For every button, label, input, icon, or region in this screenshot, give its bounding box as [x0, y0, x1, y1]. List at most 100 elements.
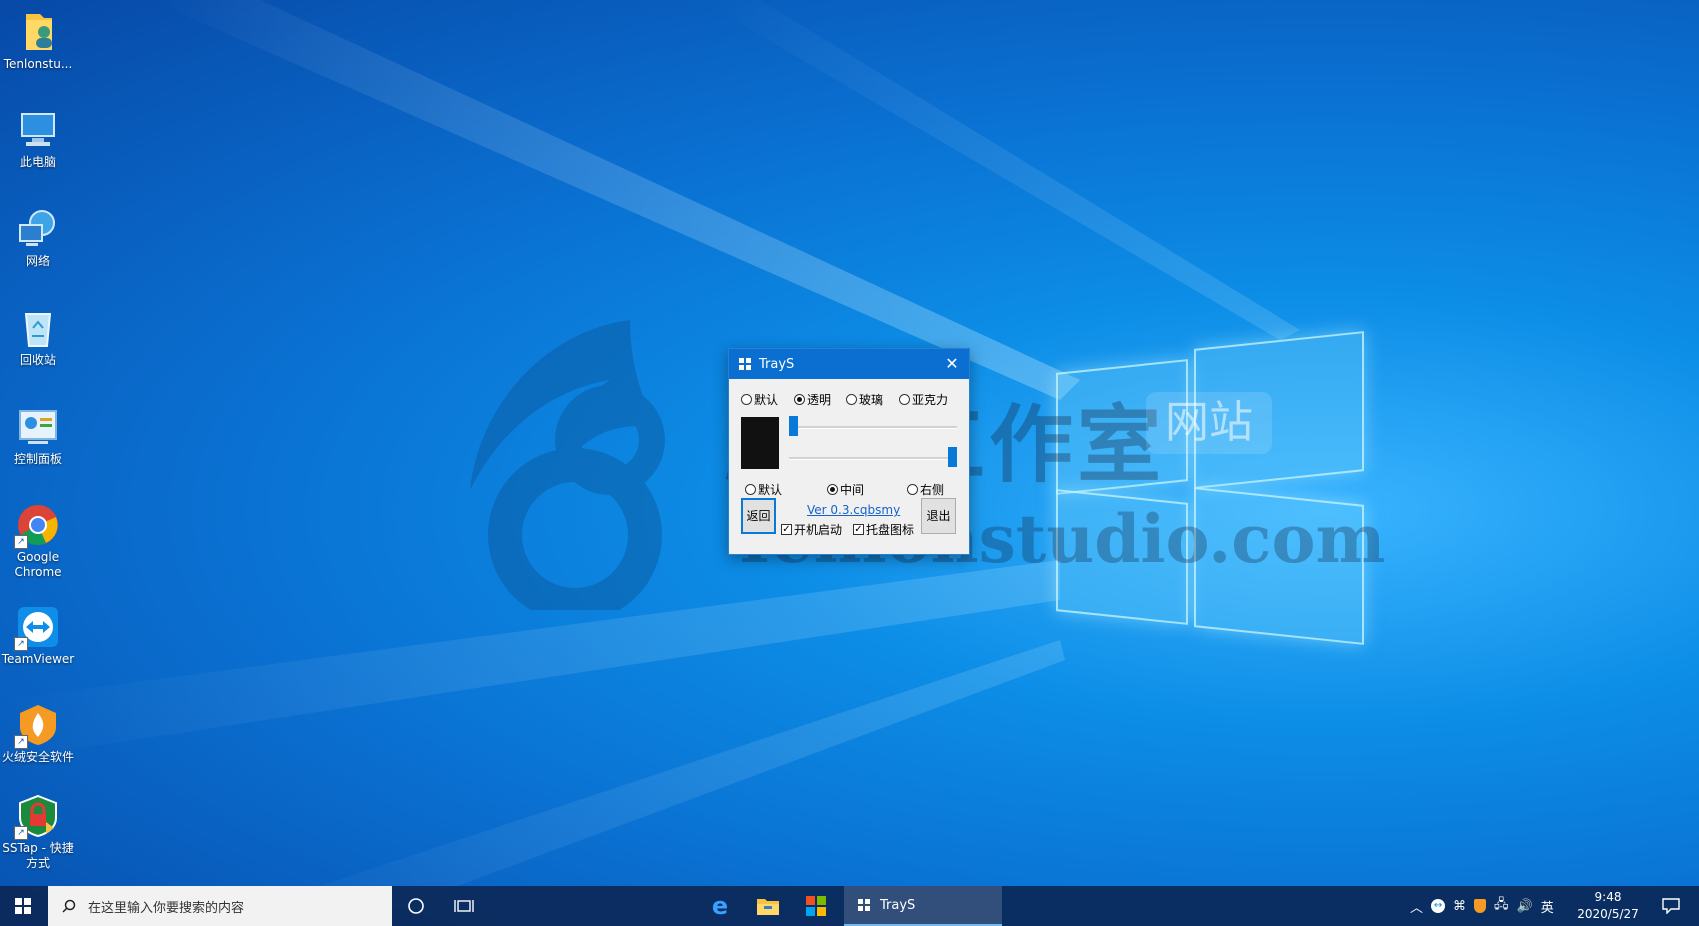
desktop-icon-label: 控制面板 [13, 452, 62, 466]
user-folder-icon [16, 10, 60, 54]
windows-app-icon [739, 358, 751, 370]
teamviewer-tray-icon[interactable]: ↔ [1431, 899, 1446, 913]
app-tray-icon[interactable]: ⌘ [1453, 899, 1466, 914]
desktop-icon-label: 网络 [25, 254, 50, 268]
checkbox-tray-icon[interactable]: ✓ 托盘图标 [853, 521, 914, 538]
desktop-icon-label: Google Chrome [14, 550, 62, 579]
slider-thumb-bottom[interactable] [948, 447, 957, 467]
file-explorer-icon [757, 899, 779, 915]
exit-button[interactable]: 退出 [921, 498, 956, 534]
radio-label: 右侧 [920, 483, 945, 497]
close-button[interactable]: ✕ [935, 349, 969, 379]
volume-icon[interactable]: 🔊 [1517, 899, 1533, 914]
radio-dot [745, 484, 756, 495]
radio-label: 透明 [807, 393, 832, 407]
search-icon [62, 899, 76, 913]
edge-icon: e [711, 892, 729, 920]
checkbox-autostart[interactable]: ✓ 开机启动 [781, 521, 842, 538]
shortcut-arrow-icon: ↗ [14, 637, 28, 651]
computer-icon [16, 108, 60, 152]
desktop-icon-label: 火绒安全软件 [1, 750, 74, 764]
desktop-icon-huorong[interactable]: ↗ 火绒安全软件 [0, 703, 76, 765]
radio-dot [827, 484, 838, 495]
desktop-icon-label: TeamViewer [1, 652, 75, 666]
shortcut-arrow-icon: ↗ [14, 535, 28, 549]
taskbar-search-box[interactable]: 在这里输入你要搜索的内容 [48, 886, 392, 926]
desktop-icon-network[interactable]: 网络 [0, 207, 76, 269]
shield-tray-icon[interactable] [1474, 899, 1487, 913]
radio-style-transparent[interactable]: 透明 [794, 391, 831, 408]
desktop-icon-sstap[interactable]: ↗ SSTap - 快捷方式 [0, 794, 76, 871]
cortana-circle-icon [408, 898, 424, 914]
radio-position-default[interactable]: 默认 [745, 481, 782, 498]
watermark-site-badge: 网站 [1146, 392, 1272, 454]
trays-taskbar-button[interactable]: TrayS [844, 886, 1002, 926]
shortcut-arrow-icon: ↗ [14, 735, 28, 749]
radio-style-glass[interactable]: 玻璃 [846, 391, 883, 408]
search-placeholder: 在这里输入你要搜索的内容 [88, 900, 245, 916]
radio-position-center[interactable]: 中间 [827, 481, 864, 498]
desktop-icon-user-folder[interactable]: Tenlonstu... [0, 10, 76, 72]
taskbar-app-label: TrayS [880, 897, 916, 913]
notification-icon [1662, 898, 1680, 914]
windows-start-icon [15, 898, 31, 914]
slider-track-bottom[interactable] [789, 457, 957, 460]
desktop-icon-label: 此电脑 [19, 155, 56, 169]
cortana-button[interactable] [392, 886, 440, 926]
radio-dot [794, 394, 805, 405]
store-taskbar-button[interactable] [792, 886, 840, 926]
radio-dot [846, 394, 857, 405]
network-icon [16, 207, 60, 251]
desktop-icon-chrome[interactable]: ↗ Google Chrome [0, 503, 76, 580]
dragon-watermark-icon [470, 320, 665, 610]
network-tray-icon[interactable]: 🖧 [1494, 895, 1509, 917]
recycle-bin-icon [16, 306, 60, 350]
control-panel-icon [16, 405, 60, 449]
chrome-icon: ↗ [14, 503, 60, 549]
desktop-icon-control-panel[interactable]: 控制面板 [0, 405, 76, 467]
desktop-icon-teamviewer[interactable]: ↗ TeamViewer [0, 605, 76, 667]
edge-taskbar-button[interactable]: e [696, 886, 744, 926]
radio-position-right[interactable]: 右侧 [907, 481, 944, 498]
ime-indicator[interactable]: 英 [1541, 897, 1554, 916]
color-swatch[interactable] [741, 417, 779, 469]
sstap-icon: ↗ [14, 794, 60, 840]
radio-style-default[interactable]: 默认 [741, 391, 778, 408]
radio-label: 玻璃 [859, 393, 884, 407]
task-view-icon [454, 900, 474, 912]
radio-label: 默认 [754, 393, 779, 407]
version-link[interactable]: Ver 0.3.cqbsmy [807, 503, 900, 517]
desktop-icon-label: Tenlonstu... [3, 57, 73, 71]
radio-dot [741, 394, 752, 405]
teamviewer-icon: ↗ [14, 605, 60, 651]
desktop-icon-this-pc[interactable]: 此电脑 [0, 108, 76, 170]
radio-style-acrylic[interactable]: 亚克力 [899, 391, 948, 408]
dialog-title: TrayS [759, 356, 795, 372]
slider-track-top[interactable] [789, 426, 957, 429]
checkbox-label: 开机启动 [794, 523, 843, 537]
trays-dialog: TrayS ✕ 默认 透明 玻璃 亚克力 默认 中间 右侧 返回 Ver 0.3… [728, 348, 970, 555]
clock-date: 2020/5/27 [1577, 907, 1639, 921]
back-button[interactable]: 返回 [741, 498, 776, 534]
radio-label: 默认 [758, 483, 783, 497]
task-view-button[interactable] [440, 886, 488, 926]
desktop-icon-recycle-bin[interactable]: 回收站 [0, 306, 76, 368]
taskbar-clock[interactable]: 9:48 2020/5/27 [1568, 889, 1648, 923]
slider-thumb-top[interactable] [789, 416, 798, 436]
dialog-titlebar[interactable]: TrayS ✕ [729, 349, 969, 379]
explorer-taskbar-button[interactable] [744, 886, 792, 926]
system-tray: ︿ ↔ ⌘ 🖧 🔊 英 [1410, 886, 1554, 926]
desktop-icon-label: SSTap - 快捷方式 [2, 841, 74, 870]
clock-time: 9:48 [1594, 890, 1622, 904]
radio-label: 亚克力 [912, 393, 949, 407]
start-button[interactable] [0, 886, 46, 926]
checkbox-checked-icon: ✓ [853, 524, 864, 535]
action-center-button[interactable] [1651, 886, 1691, 926]
trays-app-icon [858, 899, 870, 911]
close-icon: ✕ [945, 354, 959, 373]
radio-dot [899, 394, 910, 405]
radio-label: 中间 [840, 483, 865, 497]
chevron-up-icon[interactable]: ︿ [1410, 897, 1423, 916]
radio-dot [907, 484, 918, 495]
checkbox-checked-icon: ✓ [781, 524, 792, 535]
